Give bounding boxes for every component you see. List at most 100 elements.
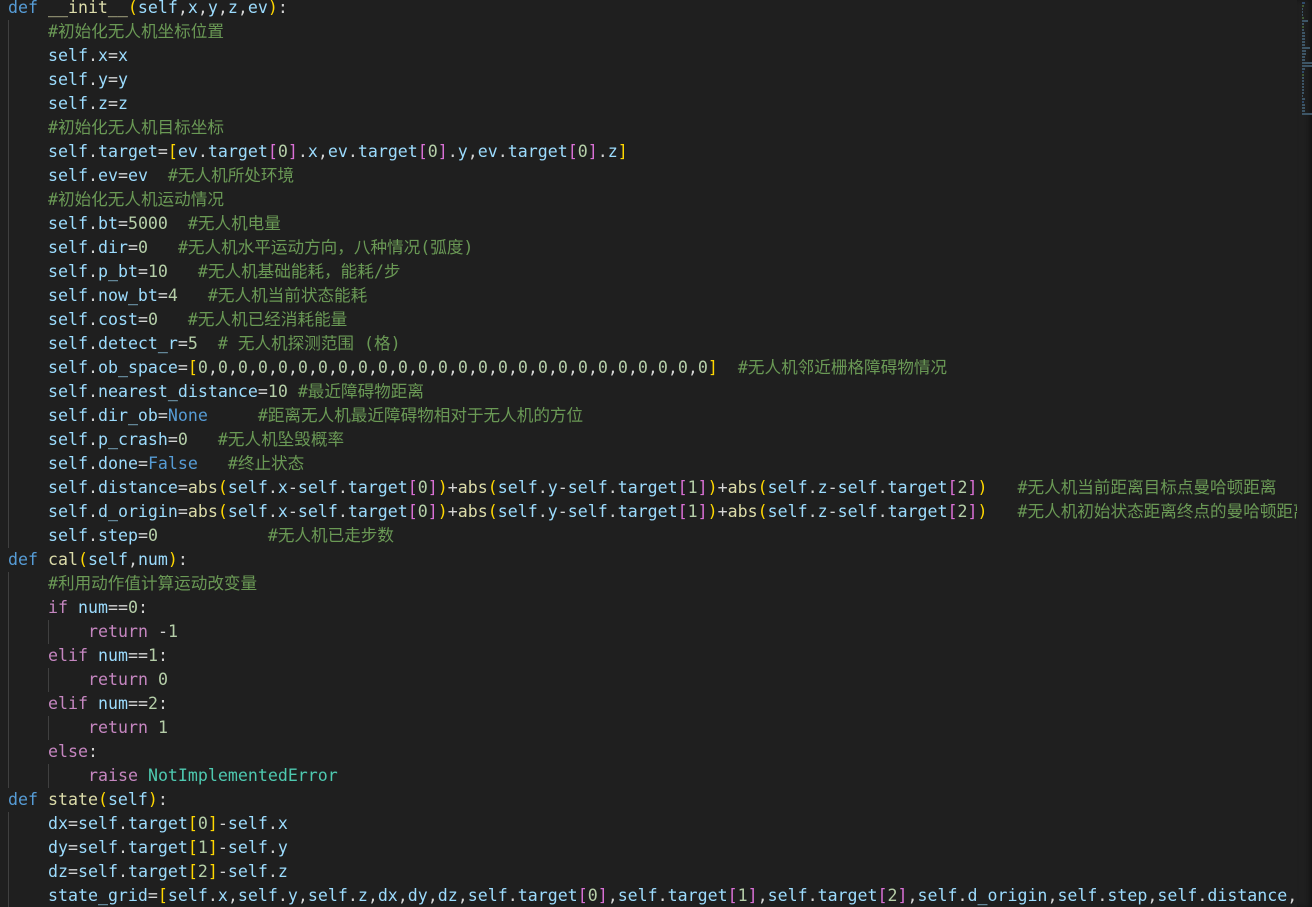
code-line[interactable]: self.y=y (8, 68, 1297, 92)
code-token: . (87, 334, 98, 353)
code-token: 0 (197, 814, 208, 833)
code-line[interactable]: dz=self.target[2]-self.z (8, 860, 1297, 884)
code-token: self (48, 238, 88, 257)
code-token: self (48, 262, 88, 281)
code-line[interactable]: self.now_bt=4 #无人机当前状态能耗 (8, 284, 1297, 308)
code-token: self (48, 334, 88, 353)
code-token: , (1147, 886, 1158, 905)
code-token: #无人机水平运动方向，八种情况(弧度) (177, 238, 474, 257)
code-line[interactable]: self.p_crash=0 #无人机坠毁概率 (8, 428, 1297, 452)
code-token: 0 (417, 478, 428, 497)
code-token: 0 (697, 358, 708, 377)
code-line[interactable]: def __init__(self,x,y,z,ev): (8, 0, 1297, 20)
minimap-line (1302, 23, 1304, 25)
code-line[interactable]: self.detect_r=5 # 无人机探测范围 (格) (8, 332, 1297, 356)
code-line[interactable]: self.dir=0 #无人机水平运动方向，八种情况(弧度) (8, 236, 1297, 260)
code-line[interactable]: self.done=False #终止状态 (8, 452, 1297, 476)
code-line[interactable]: #初始化无人机运动情况 (8, 188, 1297, 212)
code-line[interactable]: return 0 (8, 668, 1297, 692)
indent-guide (8, 356, 48, 380)
code-token: = (127, 238, 138, 257)
code-token: . (87, 310, 98, 329)
minimap-line (1302, 92, 1304, 94)
minimap[interactable] (1297, 0, 1312, 907)
code-token: , (507, 358, 518, 377)
code-token: [ (677, 502, 688, 521)
indent-guide (8, 212, 48, 236)
code-line[interactable]: self.bt=5000 #无人机电量 (8, 212, 1297, 236)
code-line[interactable]: self.distance=abs(self.x-self.target[0])… (8, 476, 1297, 500)
code-token: + (717, 478, 728, 497)
code-editor[interactable]: def __init__(self,x,y,z,ev): #初始化无人机坐标位置 s… (0, 0, 1297, 907)
indent-guide (8, 140, 48, 164)
code-line[interactable]: self.dir_ob=None #距离无人机最近障碍物相对于无人机的方位 (8, 404, 1297, 428)
code-token: #最近障碍物距离 (297, 382, 424, 401)
code-token: . (877, 502, 888, 521)
code-token: . (877, 478, 888, 497)
code-line[interactable]: self.d_origin=abs(self.x-self.target[0])… (8, 500, 1297, 524)
code-token: . (207, 886, 218, 905)
code-line[interactable]: else: (8, 740, 1297, 764)
code-token: + (447, 478, 458, 497)
code-token: . (87, 238, 98, 257)
code-token: [ (407, 502, 418, 521)
code-line[interactable]: elif num==2: (8, 692, 1297, 716)
code-line[interactable]: return 1 (8, 716, 1297, 740)
code-token: . (87, 94, 98, 113)
code-token: self (77, 814, 118, 833)
code-token: ] (427, 502, 438, 521)
minimap-line (1302, 56, 1305, 58)
code-line[interactable]: #初始化无人机坐标位置 (8, 20, 1297, 44)
code-line[interactable]: self.p_bt=10 #无人机基础能耗，能耗/步 (8, 260, 1297, 284)
indent-guide (8, 428, 48, 452)
code-token: - (217, 814, 228, 833)
code-line[interactable]: state_grid=[self.x,self.y,self.z,dx,dy,d… (8, 884, 1297, 907)
code-line[interactable]: #初始化无人机目标坐标 (8, 116, 1297, 140)
minimap-line (1302, 68, 1305, 70)
code-line[interactable]: self.x=x (8, 44, 1297, 68)
code-lines[interactable]: def __init__(self,x,y,z,ev): #初始化无人机坐标位置 s… (8, 0, 1297, 907)
code-line[interactable]: self.z=z (8, 92, 1297, 116)
code-token: #初始化无人机运动情况 (48, 190, 224, 209)
code-token: target (357, 142, 418, 161)
code-token: . (277, 886, 288, 905)
minimap-line (1302, 14, 1303, 16)
code-line[interactable]: if num==0: (8, 596, 1297, 620)
code-token: , (547, 358, 558, 377)
code-line[interactable]: self.step=0 #无人机已走步数 (8, 524, 1297, 548)
code-token: self (837, 502, 878, 521)
code-token: ( (757, 478, 768, 497)
code-token: 0 (617, 358, 628, 377)
code-token: self (48, 382, 88, 401)
code-token: self (497, 478, 538, 497)
code-token: 0 (457, 358, 468, 377)
code-line[interactable]: #利用动作值计算运动改变量 (8, 572, 1297, 596)
code-line[interactable]: self.cost=0 #无人机已经消耗能量 (8, 308, 1297, 332)
code-token: = (167, 430, 178, 449)
code-line[interactable]: self.ev=ev #无人机所处环境 (8, 164, 1297, 188)
code-line[interactable]: dy=self.target[1]-self.y (8, 836, 1297, 860)
code-token: : (157, 790, 168, 809)
code-token: target (207, 142, 268, 161)
code-line[interactable]: return -1 (8, 620, 1297, 644)
code-line[interactable]: def state(self): (8, 788, 1297, 812)
code-line[interactable]: self.target=[ev.target[0].x,ev.target[0]… (8, 140, 1297, 164)
code-line[interactable]: self.ob_space=[0,0,0,0,0,0,0,0,0,0,0,0,0… (8, 356, 1297, 380)
code-line[interactable]: dx=self.target[0]-self.x (8, 812, 1297, 836)
code-token: self (48, 94, 88, 113)
code-token: __init__ (47, 0, 128, 17)
code-token: , (1047, 886, 1058, 905)
code-token: ev (247, 0, 268, 17)
code-token: , (237, 0, 248, 17)
code-line[interactable]: raise NotImplementedError (8, 764, 1297, 788)
code-token: num (97, 694, 128, 713)
code-token: x (277, 478, 288, 497)
code-line[interactable]: elif num==1: (8, 644, 1297, 668)
code-token: state_grid (48, 886, 148, 905)
code-line[interactable]: self.nearest_distance=10 #最近障碍物距离 (8, 380, 1297, 404)
code-token: self (48, 286, 88, 305)
code-token: [ (187, 838, 198, 857)
code-line[interactable]: def cal(self,num): (8, 548, 1297, 572)
